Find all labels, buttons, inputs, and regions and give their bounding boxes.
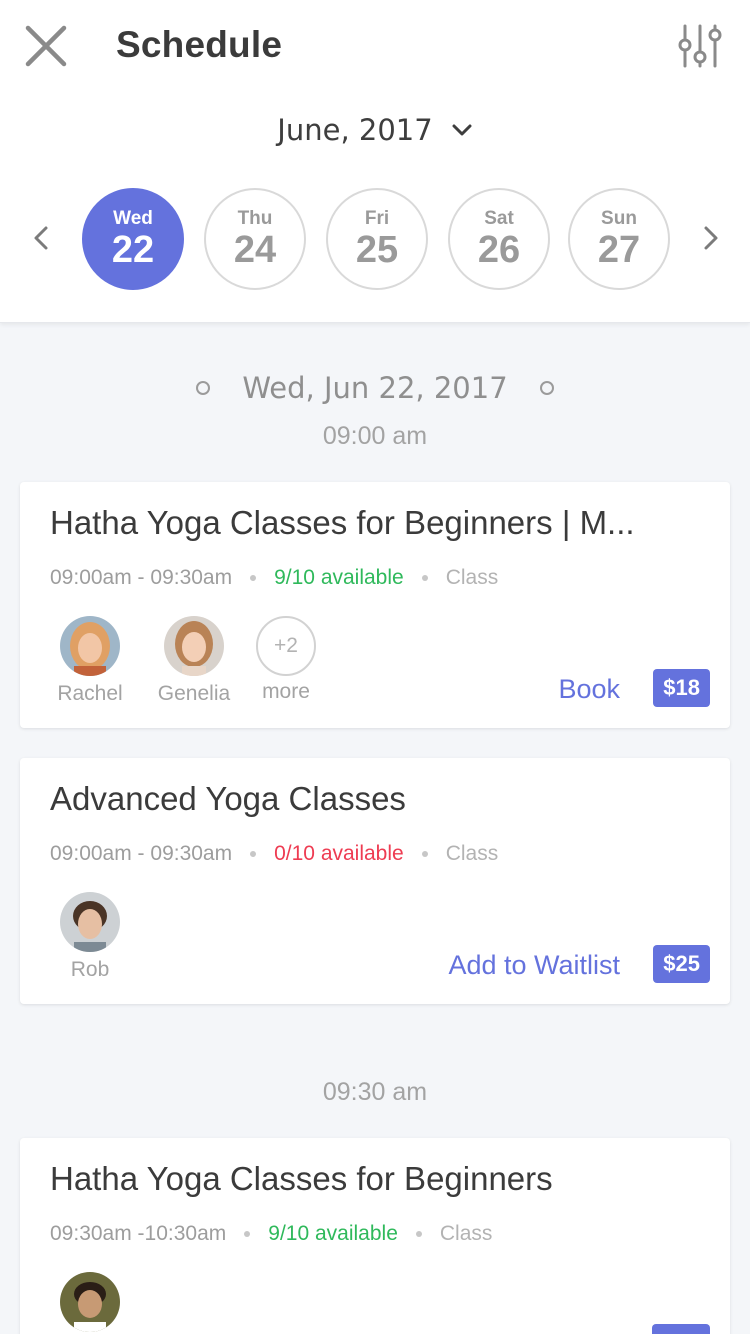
- day-number: 24: [233, 229, 277, 271]
- day-number: 26: [477, 229, 521, 271]
- filter-button[interactable]: [676, 22, 724, 70]
- class-card[interactable]: Hatha Yoga Classes for Beginners | M... …: [20, 482, 730, 728]
- circle-icon: [196, 381, 211, 395]
- more-count[interactable]: +2: [256, 616, 316, 676]
- day-fri-25[interactable]: Fri 25: [326, 188, 428, 290]
- day-number: 25: [355, 229, 399, 271]
- time-slot-label: 09:30 am: [322, 1078, 428, 1106]
- avatar: [60, 892, 120, 952]
- day-sun-27[interactable]: Sun 27: [568, 188, 670, 290]
- close-button[interactable]: [22, 22, 70, 70]
- day-wed-22[interactable]: Wed 22: [82, 188, 184, 290]
- class-time-range: 09:30am -10:30am: [50, 1222, 227, 1245]
- class-meta: 09:00am - 09:30am 9/10 available Class: [50, 566, 498, 590]
- avatar: [60, 616, 120, 676]
- day-of-week: Thu: [237, 208, 273, 229]
- week-strip: Wed 22 Thu 24 Fri 25 Sat 26 Sun 27: [0, 188, 750, 290]
- month-selector[interactable]: June, 2017: [0, 108, 750, 152]
- availability-text: 0/10 available: [274, 842, 404, 865]
- circle-icon: [539, 381, 554, 395]
- day-of-week: Fri: [364, 208, 390, 229]
- avatar: [60, 1272, 120, 1332]
- instructor-rob[interactable]: Rob: [40, 892, 140, 982]
- bullet-separator: [250, 575, 257, 581]
- instructor-name: Rob: [70, 958, 110, 981]
- class-card[interactable]: Hatha Yoga Classes for Beginners 09:30am…: [20, 1138, 730, 1334]
- availability-text: 9/10 available: [268, 1222, 398, 1245]
- instructor-rachel[interactable]: Rachel: [40, 616, 140, 706]
- chevron-down-icon: [452, 124, 472, 136]
- bullet-separator: [244, 1231, 251, 1237]
- day-of-week: Sat: [484, 208, 514, 229]
- more-label: more: [262, 680, 310, 703]
- avatar: [164, 616, 224, 676]
- date-heading: Wed, Jun 22, 2017: [0, 366, 750, 410]
- add-to-waitlist-button[interactable]: Add to Waitlist: [448, 950, 620, 981]
- class-type: Class: [439, 1222, 493, 1245]
- bullet-separator: [415, 1231, 422, 1237]
- schedule-header: Schedule June, 2017 Wed 22 Thu 24 Fri 25…: [0, 0, 750, 323]
- next-week-button[interactable]: [694, 222, 726, 254]
- day-number: 27: [597, 229, 641, 271]
- class-time-range: 09:00am - 09:30am: [50, 566, 233, 589]
- price-badge: [652, 1324, 710, 1334]
- time-slot-label: 09:00 am: [322, 422, 428, 450]
- price-badge: $18: [653, 669, 710, 707]
- bullet-separator: [250, 851, 257, 857]
- chevron-right-icon: [704, 226, 718, 250]
- class-title: Hatha Yoga Classes for Beginners: [50, 1160, 553, 1197]
- class-title: Advanced Yoga Classes: [50, 780, 406, 817]
- instructor[interactable]: [40, 1272, 140, 1332]
- sliders-icon: [678, 24, 722, 68]
- class-type: Class: [445, 566, 499, 589]
- instructor-name: Rachel: [57, 682, 123, 705]
- close-icon: [25, 25, 67, 67]
- day-of-week: Sun: [601, 208, 637, 229]
- month-label: June, 2017: [277, 113, 433, 147]
- instructor-genelia[interactable]: Genelia: [144, 616, 244, 706]
- day-sat-26[interactable]: Sat 26: [448, 188, 550, 290]
- prev-week-button[interactable]: [26, 222, 58, 254]
- availability-text: 9/10 available: [274, 566, 404, 589]
- bullet-separator: [421, 851, 428, 857]
- day-of-week: Wed: [113, 208, 153, 229]
- bullet-separator: [421, 575, 428, 581]
- price-badge: $25: [653, 945, 710, 983]
- class-time-range: 09:00am - 09:30am: [50, 842, 233, 865]
- class-card[interactable]: Advanced Yoga Classes 09:00am - 09:30am …: [20, 758, 730, 1004]
- book-button[interactable]: Book: [558, 674, 620, 705]
- class-meta: 09:30am -10:30am 9/10 available Class: [50, 1222, 492, 1246]
- class-type: Class: [445, 842, 499, 865]
- class-title: Hatha Yoga Classes for Beginners | M...: [50, 504, 635, 541]
- date-heading-text: Wed, Jun 22, 2017: [242, 371, 508, 405]
- page-title: Schedule: [116, 24, 283, 65]
- day-number: 22: [111, 229, 155, 271]
- more-instructors[interactable]: +2 more: [236, 616, 336, 704]
- instructor-name: Genelia: [157, 682, 231, 705]
- day-thu-24[interactable]: Thu 24: [204, 188, 306, 290]
- chevron-left-icon: [34, 226, 48, 250]
- class-meta: 09:00am - 09:30am 0/10 available Class: [50, 842, 498, 866]
